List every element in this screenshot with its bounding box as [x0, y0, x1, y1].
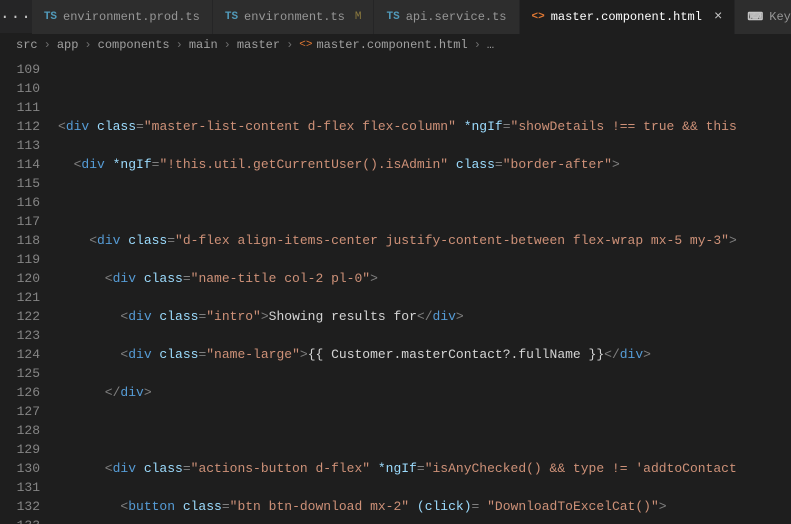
line-numbers: 1091101111121131141151161171181191201211… [0, 56, 58, 524]
tab-label: master.component.html [551, 10, 702, 24]
line-number: 131 [0, 478, 40, 497]
line-number: 120 [0, 269, 40, 288]
tab-keyboard[interactable]: ⌨ Keyboa [735, 0, 791, 34]
line-number: 109 [0, 60, 40, 79]
line-number: 123 [0, 326, 40, 345]
line-number: 119 [0, 250, 40, 269]
chevron-right-icon: › [286, 38, 293, 52]
modified-indicator: M [355, 11, 362, 23]
tab-label: api.service.ts [406, 10, 507, 24]
keyboard-icon: ⌨ [747, 10, 763, 24]
tab-bar: ··· TS environment.prod.ts TS environmen… [0, 0, 791, 34]
breadcrumb-item[interactable]: app [57, 38, 79, 52]
ts-icon: TS [225, 11, 238, 23]
line-number: 113 [0, 136, 40, 155]
more-icon[interactable]: ··· [0, 0, 32, 34]
line-number: 112 [0, 117, 40, 136]
chevron-right-icon: › [84, 38, 91, 52]
breadcrumb-item[interactable]: components [98, 38, 170, 52]
line-number: 133 [0, 516, 40, 524]
breadcrumb-item[interactable]: src [16, 38, 38, 52]
line-number: 129 [0, 440, 40, 459]
line-number: 124 [0, 345, 40, 364]
line-number: 130 [0, 459, 40, 478]
line-number: 126 [0, 383, 40, 402]
ts-icon: TS [386, 11, 399, 23]
chevron-right-icon: › [474, 38, 481, 52]
line-number: 121 [0, 288, 40, 307]
tab-environment[interactable]: TS environment.ts M [213, 0, 375, 34]
tab-label: environment.prod.ts [63, 10, 200, 24]
breadcrumb-item[interactable]: master [237, 38, 280, 52]
chevron-right-icon: › [44, 38, 51, 52]
breadcrumb-tail[interactable]: … [487, 38, 494, 52]
chevron-right-icon: › [224, 38, 231, 52]
line-number: 127 [0, 402, 40, 421]
line-number: 111 [0, 98, 40, 117]
line-number: 128 [0, 421, 40, 440]
tab-environment-prod[interactable]: TS environment.prod.ts [32, 0, 213, 34]
tab-label: environment.ts [244, 10, 345, 24]
tab-api-service[interactable]: TS api.service.ts [374, 0, 519, 34]
tab-master-component[interactable]: <> master.component.html × [520, 0, 736, 34]
tab-label: Keyboa [769, 10, 791, 24]
line-number: 122 [0, 307, 40, 326]
line-number: 125 [0, 364, 40, 383]
breadcrumb-item[interactable]: main [189, 38, 218, 52]
line-number: 110 [0, 79, 40, 98]
html-icon: <> [532, 11, 545, 23]
code-content[interactable]: <div class="master-list-content d-flex f… [58, 56, 791, 524]
close-icon[interactable]: × [714, 9, 722, 25]
html-icon: <> [299, 39, 312, 51]
line-number: 118 [0, 231, 40, 250]
line-number: 116 [0, 193, 40, 212]
line-number: 117 [0, 212, 40, 231]
tabs: TS environment.prod.ts TS environment.ts… [32, 0, 791, 34]
line-number: 132 [0, 497, 40, 516]
breadcrumb[interactable]: src › app › components › main › master › <> m… [0, 34, 791, 56]
chevron-right-icon: › [176, 38, 183, 52]
editor[interactable]: 1091101111121131141151161171181191201211… [0, 56, 791, 524]
line-number: 114 [0, 155, 40, 174]
ts-icon: TS [44, 11, 57, 23]
breadcrumb-file[interactable]: master.component.html [316, 38, 467, 52]
line-number: 115 [0, 174, 40, 193]
